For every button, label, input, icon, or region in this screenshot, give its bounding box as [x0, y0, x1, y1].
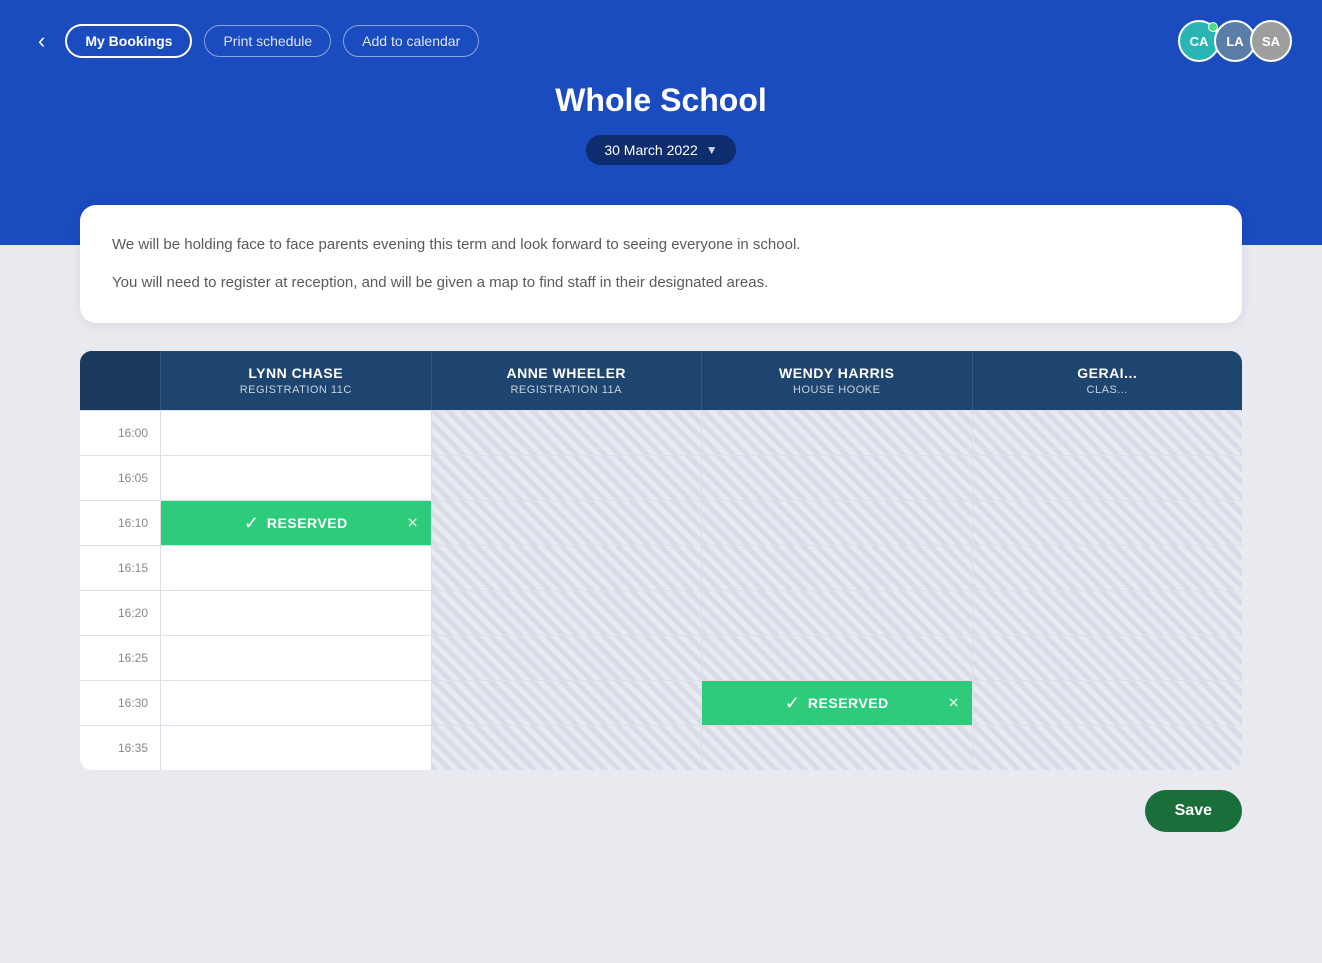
teacher-name-1: ANNE WHEELER: [444, 365, 690, 381]
slot-1620-1: [431, 591, 702, 635]
teacher-name-0: LYNN CHASE: [173, 365, 419, 381]
avatar-group: CA LA SA: [1184, 20, 1292, 62]
slot-1630-0[interactable]: [160, 681, 431, 725]
slot-1615-0[interactable]: [160, 546, 431, 590]
info-line-1: We will be holding face to face parents …: [112, 233, 1210, 257]
info-line-2: You will need to register at reception, …: [112, 271, 1210, 295]
slot-1625-0[interactable]: [160, 636, 431, 680]
date-picker[interactable]: 30 March 2022 ▼: [586, 135, 735, 165]
slot-1605-3: [972, 456, 1243, 500]
schedule-container: LYNN CHASE REGISTRATION 11C ANNE WHEELER…: [80, 351, 1242, 770]
save-button-container: Save: [80, 790, 1242, 832]
teacher-role-3: CLAS...: [985, 384, 1231, 396]
time-row-1630: 16:30 ✓ RESERVED ✕: [80, 680, 1242, 725]
slot-1610-3: [972, 501, 1243, 545]
slot-1635-2: [701, 726, 972, 770]
reserved-check-icon-0: ✓: [244, 513, 259, 534]
avatar-sa-initials: SA: [1262, 34, 1280, 49]
slot-1630-2-reserved[interactable]: ✓ RESERVED ✕: [701, 681, 972, 725]
date-badge-wrapper: 30 March 2022 ▼: [30, 135, 1292, 165]
reserved-label-0: RESERVED: [267, 515, 348, 531]
schedule-header: LYNN CHASE REGISTRATION 11C ANNE WHEELER…: [80, 351, 1242, 410]
time-column-header: [80, 351, 160, 410]
slot-1600-2: [701, 411, 972, 455]
avatar-sa[interactable]: SA: [1250, 20, 1292, 62]
slot-1615-3: [972, 546, 1243, 590]
slot-1605-0[interactable]: [160, 456, 431, 500]
time-row-1625: 16:25: [80, 635, 1242, 680]
slot-1625-3: [972, 636, 1243, 680]
slot-1600-1: [431, 411, 702, 455]
header-title-section: Whole School 30 March 2022 ▼: [30, 82, 1292, 165]
time-label-1630: 16:30: [80, 681, 160, 725]
slot-1635-0[interactable]: [160, 726, 431, 770]
header-left: ‹ My Bookings Print schedule Add to cale…: [30, 24, 479, 58]
print-schedule-button[interactable]: Print schedule: [204, 25, 331, 57]
slot-1620-3: [972, 591, 1243, 635]
reserved-close-0[interactable]: ✕: [407, 515, 419, 532]
selected-date: 30 March 2022: [604, 142, 697, 158]
slot-1625-2: [701, 636, 972, 680]
time-row-1610: 16:10 ✓ RESERVED ✕: [80, 500, 1242, 545]
teacher-col-0: LYNN CHASE REGISTRATION 11C: [160, 351, 431, 410]
info-card: We will be holding face to face parents …: [80, 205, 1242, 323]
chevron-down-icon: ▼: [706, 143, 718, 157]
slot-1610-1: [431, 501, 702, 545]
reserved-label-2: RESERVED: [808, 695, 889, 711]
slot-1615-1: [431, 546, 702, 590]
slot-1600-3: [972, 411, 1243, 455]
time-label-1605: 16:05: [80, 456, 160, 500]
slot-1635-1: [431, 726, 702, 770]
teacher-name-3: GERAI...: [985, 365, 1231, 381]
time-row-1620: 16:20: [80, 590, 1242, 635]
teacher-role-2: HOUSE HOOKE: [714, 384, 960, 396]
header-top: ‹ My Bookings Print schedule Add to cale…: [30, 20, 1292, 62]
time-label-1610: 16:10: [80, 501, 160, 545]
time-label-1615: 16:15: [80, 546, 160, 590]
time-label-1625: 16:25: [80, 636, 160, 680]
slot-1615-2: [701, 546, 972, 590]
teacher-role-0: REGISTRATION 11C: [173, 384, 419, 396]
time-label-1635: 16:35: [80, 726, 160, 770]
slot-1610-2: [701, 501, 972, 545]
teacher-role-1: REGISTRATION 11A: [444, 384, 690, 396]
my-bookings-button[interactable]: My Bookings: [65, 24, 192, 58]
slot-1620-0[interactable]: [160, 591, 431, 635]
teacher-col-2: WENDY HARRIS HOUSE HOOKE: [701, 351, 972, 410]
time-row-1605: 16:05: [80, 455, 1242, 500]
avatar-la-initials: LA: [1226, 34, 1243, 49]
slot-1600-0[interactable]: [160, 411, 431, 455]
slot-1625-1: [431, 636, 702, 680]
time-row-1615: 16:15: [80, 545, 1242, 590]
time-row-1600: 16:00: [80, 410, 1242, 455]
back-button[interactable]: ‹: [30, 24, 53, 58]
teacher-col-1: ANNE WHEELER REGISTRATION 11A: [431, 351, 702, 410]
slot-1635-3: [972, 726, 1243, 770]
time-label-1620: 16:20: [80, 591, 160, 635]
slot-1605-1: [431, 456, 702, 500]
time-grid: 16:00 16:05 16:10 ✓ RESERVED ✕: [80, 410, 1242, 770]
save-button[interactable]: Save: [1145, 790, 1242, 832]
teacher-name-2: WENDY HARRIS: [714, 365, 960, 381]
slot-1630-3: [972, 681, 1243, 725]
slot-1620-2: [701, 591, 972, 635]
slot-1610-0-reserved[interactable]: ✓ RESERVED ✕: [160, 501, 431, 545]
reserved-check-icon-2: ✓: [785, 693, 800, 714]
time-label-1600: 16:00: [80, 411, 160, 455]
page-title: Whole School: [30, 82, 1292, 119]
slot-1630-1: [431, 681, 702, 725]
add-to-calendar-button[interactable]: Add to calendar: [343, 25, 479, 57]
teacher-col-3: GERAI... CLAS...: [972, 351, 1243, 410]
reserved-close-2[interactable]: ✕: [948, 695, 960, 712]
slot-1605-2: [701, 456, 972, 500]
avatar-ca-initials: CA: [1190, 34, 1209, 49]
time-row-1635: 16:35: [80, 725, 1242, 770]
